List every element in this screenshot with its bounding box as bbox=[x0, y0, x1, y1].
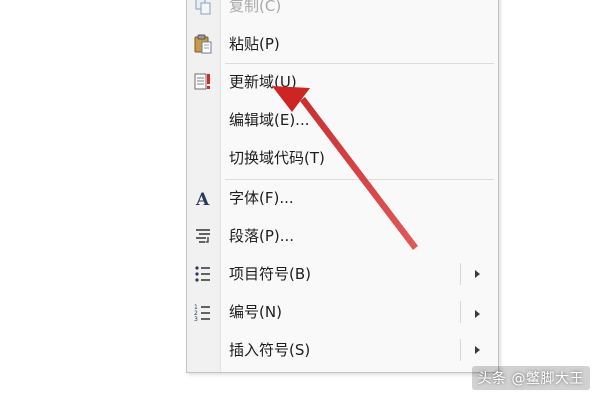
svg-text:3: 3 bbox=[194, 316, 198, 322]
menu-item-copy[interactable]: 复制(C) bbox=[187, 0, 498, 21]
menu-item-label: 编辑域(E)... bbox=[229, 111, 310, 129]
menu-item-label: 粘贴(P) bbox=[229, 35, 280, 53]
font-icon: A bbox=[193, 188, 213, 208]
menu-item-update-field[interactable]: 更新域(U) bbox=[187, 67, 498, 97]
menu-item-toggle-field-codes[interactable]: 切换域代码(T) bbox=[187, 143, 498, 173]
menu-item-label: 字体(F)... bbox=[229, 189, 294, 207]
menu-item-numbering[interactable]: 1 2 3 编号(N) bbox=[187, 297, 498, 327]
update-field-icon bbox=[193, 72, 213, 92]
submenu-arrow-icon[interactable] bbox=[475, 270, 480, 278]
menu-item-label: 更新域(U) bbox=[229, 73, 297, 91]
menu-item-label: 插入符号(S) bbox=[229, 341, 311, 359]
menu-item-label: 编号(N) bbox=[229, 303, 282, 321]
submenu-divider bbox=[460, 301, 461, 323]
menu-item-paragraph[interactable]: 段落(P)... bbox=[187, 221, 498, 251]
menu-item-label: 项目符号(B) bbox=[229, 265, 311, 283]
submenu-divider bbox=[460, 263, 461, 285]
menu-item-insert-symbol[interactable]: 插入符号(S) bbox=[187, 335, 498, 365]
bullets-icon bbox=[193, 264, 213, 284]
submenu-arrow-icon[interactable] bbox=[475, 346, 480, 354]
context-menu: 复制(C) 粘贴(P) 更新域(U) 编辑域(E)... 切换域代码(T) A … bbox=[186, 0, 499, 373]
watermark: 头条 @鳖脚大王 bbox=[471, 366, 590, 390]
menu-item-edit-field[interactable]: 编辑域(E)... bbox=[187, 105, 498, 135]
submenu-divider bbox=[460, 339, 461, 361]
menu-separator bbox=[225, 63, 494, 64]
menu-item-label: 段落(P)... bbox=[229, 227, 295, 245]
submenu-arrow-icon[interactable] bbox=[475, 310, 480, 318]
menu-item-label: 切换域代码(T) bbox=[229, 149, 325, 167]
svg-text:A: A bbox=[195, 190, 210, 208]
paste-icon bbox=[193, 34, 213, 54]
paragraph-icon bbox=[193, 226, 213, 246]
menu-item-label: 复制(C) bbox=[229, 0, 282, 15]
menu-item-font[interactable]: A 字体(F)... bbox=[187, 183, 498, 213]
copy-icon bbox=[193, 0, 213, 16]
numbering-icon: 1 2 3 bbox=[193, 302, 213, 322]
menu-separator bbox=[225, 179, 494, 180]
menu-item-paste[interactable]: 粘贴(P) bbox=[187, 29, 498, 59]
menu-item-bullets[interactable]: 项目符号(B) bbox=[187, 259, 498, 289]
